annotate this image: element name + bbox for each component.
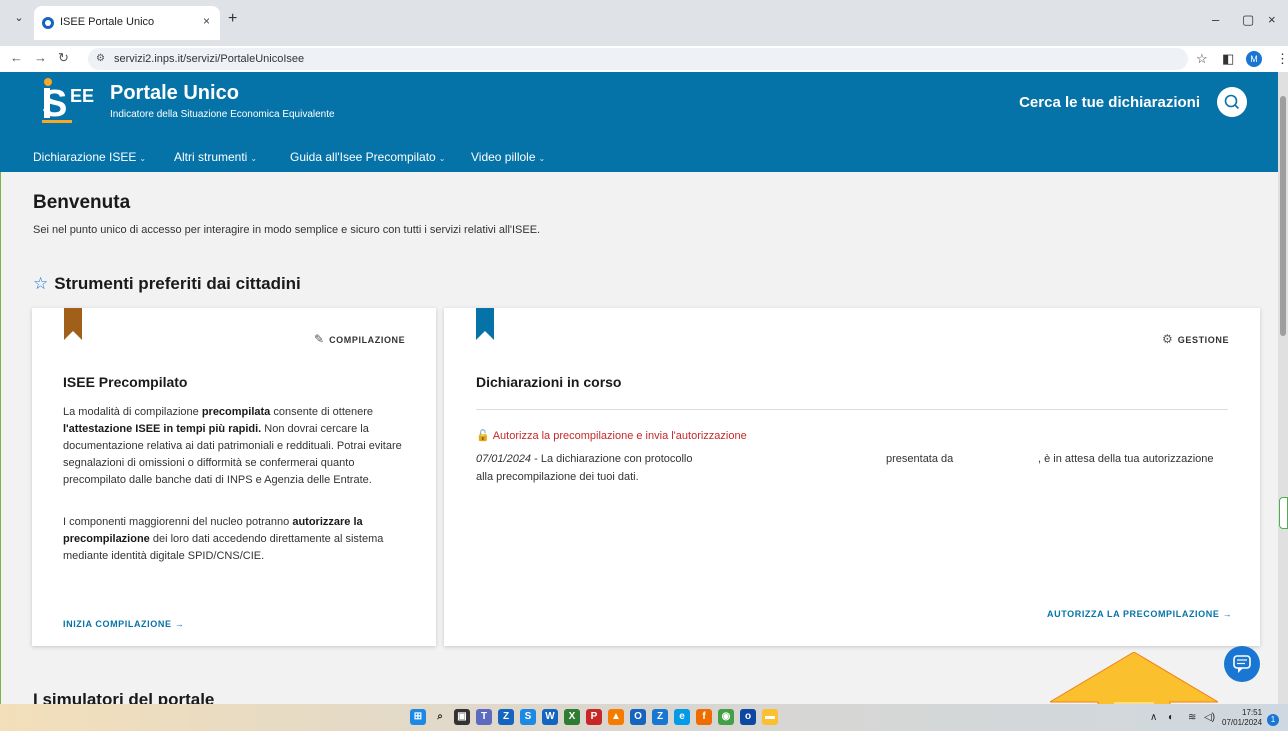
- close-window-button[interactable]: ×: [1268, 12, 1276, 27]
- zoom-icon[interactable]: Z: [498, 709, 514, 725]
- accessibility-widget[interactable]: [1279, 497, 1288, 529]
- chevron-down-icon: ⌄: [538, 154, 546, 163]
- inps-favicon-icon: [42, 17, 54, 29]
- new-tab-button[interactable]: +: [228, 10, 237, 28]
- edge-icon[interactable]: e: [674, 709, 690, 725]
- search-label[interactable]: Cerca le tue dichiarazioni: [1019, 94, 1200, 111]
- outlook-icon[interactable]: O: [630, 709, 646, 725]
- url-input[interactable]: ⚙ servizi2.inps.it/servizi/PortaleUnicoI…: [88, 48, 1188, 70]
- svg-text:EE: EE: [70, 86, 94, 106]
- inizia-compilazione-link[interactable]: INIZIA COMPILAZIONE →: [63, 619, 184, 629]
- url-text: servizi2.inps.it/servizi/PortaleUnicoIse…: [114, 53, 305, 65]
- card-isee-precompilato: ✎ COMPILAZIONE ISEE Precompilato La modal…: [32, 308, 436, 646]
- teams-icon[interactable]: T: [476, 709, 492, 725]
- declaration-message: 07/01/2024 - La dichiarazione con protoc…: [476, 453, 693, 465]
- site-header: S EE Portale Unico Indicatore della Situ…: [0, 72, 1288, 142]
- side-panel-icon[interactable]: ◧: [1222, 51, 1234, 67]
- card-title: Dichiarazioni in corso: [476, 374, 622, 390]
- chrome-icon[interactable]: ◉: [718, 709, 734, 725]
- outlook-new-icon[interactable]: o: [740, 709, 756, 725]
- profile-avatar[interactable]: M: [1246, 51, 1262, 67]
- firefox-icon[interactable]: f: [696, 709, 712, 725]
- intro-text: Sei nel punto unico di accesso per inter…: [33, 224, 541, 236]
- isee-logo[interactable]: S EE: [40, 76, 100, 126]
- taskbar: ⊞ ⌕ ▣ T Z S W X P ▲ O Z e f ◉ o ▬ ∧ ◐ ≋ …: [0, 704, 1288, 731]
- search-icon[interactable]: ⌕: [432, 709, 448, 725]
- forward-arrow-icon[interactable]: →: [34, 50, 47, 65]
- bookmark-star-icon[interactable]: ☆: [1196, 51, 1208, 67]
- clock[interactable]: 17:51 07/01/2024: [1222, 708, 1262, 728]
- vlc-icon[interactable]: ▲: [608, 709, 624, 725]
- browser-tab[interactable]: ISEE Portale Unico ×: [34, 6, 220, 40]
- tray-app-icon[interactable]: ◐: [1168, 712, 1174, 723]
- section-title: ☆ Strumenti preferiti dai cittadini: [33, 274, 301, 293]
- site-info-icon[interactable]: ⚙: [96, 53, 105, 64]
- lock-icon: 🔓: [476, 430, 490, 442]
- bookmark-icon: [476, 308, 494, 340]
- restore-button[interactable]: ▢: [1242, 12, 1254, 28]
- notification-badge[interactable]: 1: [1267, 714, 1279, 726]
- reload-icon[interactable]: ↻: [58, 50, 69, 66]
- pencil-icon: ✎: [314, 332, 325, 346]
- start-icon[interactable]: ⊞: [410, 709, 426, 725]
- alert-autorizza[interactable]: 🔓 Autorizza la precompilazione e invia l'…: [476, 429, 747, 442]
- task-view-icon[interactable]: ▣: [454, 709, 470, 725]
- minimize-button[interactable]: –: [1212, 12, 1219, 27]
- browser-tab-bar: ⌄ ISEE Portale Unico × + – ▢ ×: [0, 0, 1288, 46]
- tab-title: ISEE Portale Unico: [60, 16, 155, 28]
- back-arrow-icon[interactable]: ←: [10, 50, 23, 65]
- word-icon[interactable]: W: [542, 709, 558, 725]
- chevron-down-icon: ⌄: [250, 154, 258, 163]
- declaration-status: , è in attesa della tua autorizzazione: [1038, 453, 1214, 465]
- chat-icon: [1233, 655, 1251, 673]
- address-bar-row: ← → ↻ ⚙ servizi2.inps.it/servizi/Portale…: [0, 46, 1288, 72]
- portal-title[interactable]: Portale Unico: [110, 82, 239, 105]
- declaration-presentata: presentata da: [886, 453, 954, 465]
- nav-item-altri-strumenti[interactable]: Altri strumenti ⌄: [174, 150, 257, 164]
- card-description: La modalità di compilazione precompilata…: [63, 406, 402, 486]
- gear-icon: ⚙: [1162, 332, 1173, 346]
- tab-close-icon[interactable]: ×: [203, 14, 210, 28]
- autorizza-precompilazione-link[interactable]: AUTORIZZA LA PRECOMPILAZIONE →: [1047, 609, 1232, 619]
- powerpoint-icon[interactable]: P: [586, 709, 602, 725]
- card-description-2: I componenti maggiorenni del nucleo potr…: [63, 516, 384, 562]
- excel-icon[interactable]: X: [564, 709, 580, 725]
- scrollbar-thumb[interactable]: [1280, 96, 1286, 336]
- bookmark-icon: [64, 308, 82, 340]
- arrow-right-icon: →: [174, 619, 185, 629]
- tray-chevron-icon[interactable]: ∧: [1150, 712, 1157, 723]
- chevron-down-icon: ⌄: [139, 154, 147, 163]
- chat-button[interactable]: [1224, 646, 1260, 682]
- skype-icon[interactable]: S: [520, 709, 536, 725]
- zoom-app-icon[interactable]: Z: [652, 709, 668, 725]
- search-icon: [1224, 94, 1240, 110]
- declaration-message-2: alla precompilazione dei tuoi dati.: [476, 471, 639, 483]
- main-nav: Dichiarazione ISEE ⌄ Altri strumenti ⌄ Gui…: [0, 142, 1288, 172]
- nav-item-video-pillole[interactable]: Video pillole ⌄: [471, 150, 545, 164]
- file-explorer-icon[interactable]: ▬: [762, 709, 778, 725]
- portal-subtitle: Indicatore della Situazione Economica Eq…: [110, 109, 335, 120]
- divider: [476, 409, 1228, 410]
- nav-item-dichiarazione[interactable]: Dichiarazione ISEE ⌄: [33, 150, 146, 164]
- volume-icon[interactable]: ◁): [1204, 712, 1215, 723]
- tag-compilazione: ✎ COMPILAZIONE: [314, 332, 406, 346]
- browser-menu-icon[interactable]: ⋮: [1276, 51, 1288, 67]
- chevron-down-icon: ⌄: [438, 154, 446, 163]
- tab-search-icon[interactable]: ⌄: [8, 8, 30, 28]
- page-title: Benvenuta: [33, 192, 131, 213]
- nav-item-guida[interactable]: Guida all'Isee Precompilato ⌄: [290, 150, 445, 164]
- tag-gestione: ⚙ GESTIONE: [1162, 332, 1230, 346]
- wifi-icon[interactable]: ≋: [1188, 712, 1196, 723]
- arrow-right-icon: →: [1222, 609, 1233, 619]
- search-button[interactable]: [1217, 87, 1247, 117]
- card-title: ISEE Precompilato: [63, 374, 188, 390]
- star-icon: ☆: [33, 274, 49, 293]
